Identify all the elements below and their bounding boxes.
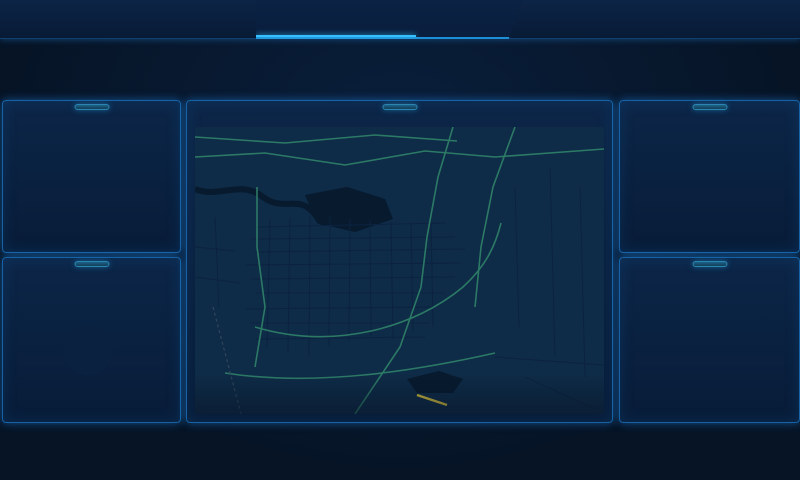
host-type-chart	[620, 101, 799, 252]
panel-header	[692, 104, 727, 110]
map-overlay	[195, 127, 604, 414]
network-donut-chart	[39, 302, 137, 400]
panel-header	[74, 104, 109, 110]
panel-header	[74, 261, 109, 267]
panel-header	[692, 261, 727, 267]
online-rate-gauge	[3, 125, 180, 249]
panel-header	[382, 104, 417, 110]
map-canvas[interactable]	[195, 127, 604, 414]
panel-device-stats	[619, 257, 800, 423]
title-box	[256, 0, 522, 39]
panel-project-map	[186, 100, 613, 423]
device-stats-chart	[620, 258, 799, 422]
panel-host-type	[619, 100, 800, 253]
panel-online-rate	[2, 100, 181, 253]
panel-network-type	[2, 257, 181, 423]
top-nav-bar	[0, 0, 800, 39]
